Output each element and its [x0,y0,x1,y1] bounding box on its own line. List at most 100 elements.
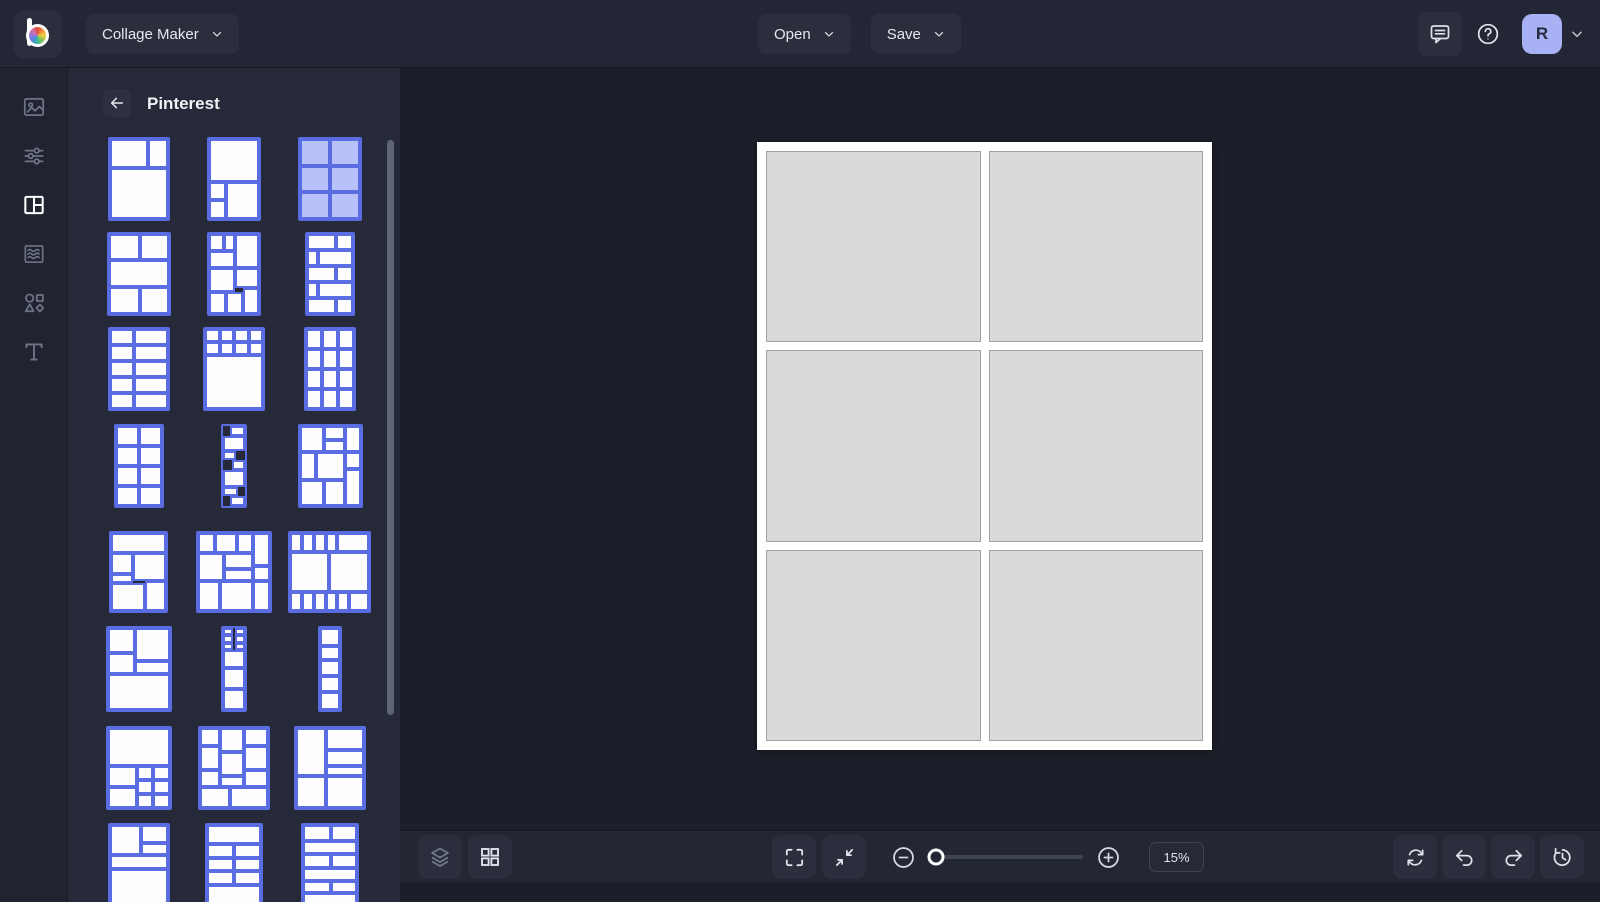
open-button[interactable]: Open [758,14,851,54]
top-right-group: R [1418,0,1584,68]
template-cell [205,329,220,342]
template-cell [116,486,139,506]
zoom-slider-track[interactable] [927,848,1083,866]
history-button[interactable] [1540,835,1584,879]
template-cell [313,533,326,552]
template-thumbnail[interactable] [207,137,261,221]
zoom-level-value[interactable]: 15% [1149,842,1204,872]
reset-icon [1406,848,1424,866]
save-button[interactable]: Save [870,14,961,54]
feedback-button[interactable] [1418,12,1462,56]
collage-cell[interactable] [766,549,981,741]
template-thumbnail[interactable] [304,327,356,411]
template-thumbnail[interactable] [205,823,263,902]
template-cell [145,581,166,611]
template-thumbnail[interactable] [221,424,247,508]
template-thumbnail[interactable] [294,726,366,810]
template-cell [108,766,137,788]
fullscreen-button[interactable] [772,835,816,879]
template-thumbnail[interactable] [203,327,265,411]
template-thumbnail[interactable] [207,232,261,316]
chevron-down-icon [824,31,833,37]
zoom-in-button[interactable] [1093,842,1123,872]
template-cell [320,628,340,647]
template-thumbnail[interactable] [288,531,371,613]
template-cell [110,855,168,869]
account-chevron-down-icon[interactable] [1570,27,1584,41]
logo-color-wheel-icon [26,24,49,47]
template-cell [325,776,364,808]
template-cell [111,533,166,554]
template-thumbnail[interactable] [107,232,171,316]
grid-view-button[interactable] [468,835,512,879]
collage-cell[interactable] [988,151,1203,343]
template-thumbnail-selected[interactable] [298,137,362,221]
template-cell [349,592,369,611]
template-cell [300,451,316,481]
back-button[interactable] [103,89,131,117]
template-cell [296,776,326,808]
template-thumbnail[interactable] [108,327,170,411]
sidebar-item-layouts[interactable] [12,183,56,227]
template-cell [296,728,326,776]
template-thumbnail[interactable] [106,626,172,712]
undo-icon [1455,849,1472,866]
template-thumbnail[interactable] [198,726,270,810]
template-cell [110,329,135,345]
sidebar-item-edit[interactable] [12,134,56,178]
collage-cell[interactable] [988,350,1203,542]
template-cell [223,470,245,487]
template-cell [141,825,168,844]
template-cell [325,765,364,776]
sidebar-item-textures[interactable] [12,232,56,276]
template-cell [200,787,230,808]
reset-button[interactable] [1393,835,1437,879]
template-thumbnail[interactable] [109,531,168,613]
befunky-logo[interactable] [14,10,62,58]
template-cell [318,282,353,298]
undo-button[interactable] [1442,835,1486,879]
help-button[interactable] [1466,12,1510,56]
template-thumbnail[interactable] [108,823,170,902]
collage-cell[interactable] [988,549,1203,741]
template-cell [336,234,353,250]
template-thumbnail[interactable] [301,823,359,902]
template-cell [198,553,224,582]
collage-cell[interactable] [766,151,981,343]
sidebar-item-graphics[interactable] [12,281,56,325]
layers-button[interactable] [418,835,462,879]
fullscreen-icon [785,848,803,866]
template-thumbnail[interactable] [305,232,355,316]
redo-button[interactable] [1491,835,1535,879]
template-cell [303,825,332,841]
template-cell [315,451,346,481]
fit-to-screen-icon [835,848,853,866]
template-cell [336,266,353,282]
sidebar-item-text[interactable] [12,330,56,374]
account-avatar[interactable]: R [1522,14,1562,54]
zoom-slider-knob[interactable] [927,848,945,866]
template-cell [307,266,337,282]
collage-cell[interactable] [766,350,981,542]
template-cell [345,451,361,470]
template-cell [110,869,168,902]
fit-to-screen-button[interactable] [822,835,866,879]
template-cell [300,165,330,193]
template-cell [318,250,353,266]
sidebar-item-image-manager[interactable] [12,85,56,129]
app-switcher-button[interactable]: Collage Maker [86,14,239,54]
panel-scrollbar[interactable] [387,140,394,715]
template-thumbnail[interactable] [108,137,170,221]
template-thumbnail[interactable] [298,424,363,508]
zoom-out-button[interactable] [888,842,918,872]
template-thumbnail[interactable] [196,531,272,613]
template-cell [307,298,337,314]
template-thumbnail[interactable] [318,626,342,712]
template-cell [243,728,268,746]
template-thumbnail[interactable] [106,726,172,810]
template-cell [207,871,234,885]
collage-page[interactable] [757,142,1212,750]
template-cell [135,628,170,661]
template-thumbnail[interactable] [114,424,164,508]
template-thumbnail[interactable] [221,626,247,712]
